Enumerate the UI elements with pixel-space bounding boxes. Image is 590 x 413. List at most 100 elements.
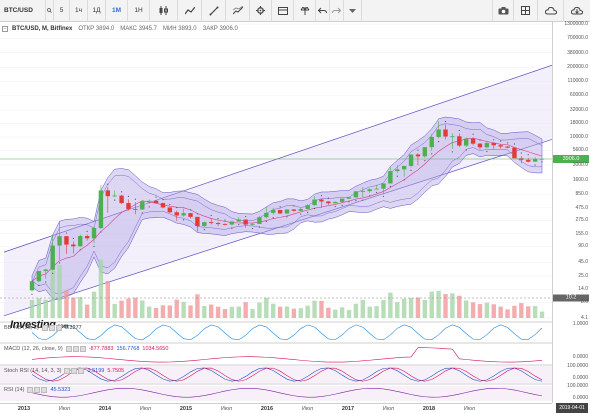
chart-area[interactable]: − BTC/USD, M, Bitfinex ОТКР 3894.0 МАКС … (0, 21, 590, 413)
candle-body (264, 212, 269, 218)
time-tick-label: 2016 (260, 406, 274, 412)
time-axis[interactable]: 2013 Июл 2014 Июл 2015 Июл 2016 Июл 2017 Июл 2018 И… (0, 403, 552, 413)
sar-dot (162, 199, 164, 201)
candle-body (291, 209, 297, 211)
cloud-save-icon[interactable] (538, 0, 564, 22)
volume-bar (353, 303, 359, 318)
candle-body (43, 269, 48, 272)
chart-type-icon[interactable] (150, 0, 178, 22)
layout-grid-icon[interactable] (514, 0, 538, 22)
collapse-legend-button[interactable]: − (2, 26, 8, 32)
sar-dot (313, 207, 316, 210)
time-tick-label: 2017 (341, 406, 355, 412)
compare-icon[interactable] (294, 0, 316, 22)
candle-body (140, 201, 145, 210)
volume-bar (57, 265, 62, 318)
candle-body (64, 236, 69, 245)
volume-bar (153, 307, 159, 318)
studies-icon[interactable] (226, 0, 250, 22)
price-tick-label: 1300000.0 (564, 21, 588, 27)
symbol-search-icon[interactable] (46, 0, 54, 22)
price-tick-label: 700000.0 (567, 35, 588, 42)
legend-pair: BTC/USD, M, Bitfinex (12, 26, 73, 32)
panel-buttons[interactable] (64, 368, 85, 374)
price-tick-label: 110000.0 (567, 78, 588, 85)
price-tick-label: 275.0 (575, 217, 588, 224)
macd-value-2: 156.7768 (116, 346, 140, 352)
volume-bar (277, 306, 283, 318)
sar-dot (120, 191, 123, 193)
candle-body (319, 199, 324, 202)
timeframe-button-1w[interactable]: 1Н (128, 0, 150, 22)
candle-body (98, 190, 104, 229)
candle-body (532, 159, 538, 162)
stoch-value-1: 3.5199 (87, 368, 105, 374)
sar-dot (417, 149, 419, 151)
layout-icon[interactable] (272, 0, 294, 22)
time-tick-label: 2018 (422, 406, 436, 412)
price-tick-label: 380000.0 (567, 49, 588, 56)
price-tick-label: 200000.0 (567, 64, 588, 71)
volume-bar (326, 307, 331, 318)
candle-body (470, 138, 476, 144)
candle-body (160, 203, 166, 208)
undo-icon[interactable] (316, 0, 330, 22)
volume-bar (422, 299, 428, 318)
cloud-load-icon[interactable] (564, 0, 590, 22)
candle-body (78, 236, 83, 247)
sar-dot (444, 120, 447, 123)
volume-bar (381, 300, 386, 318)
sar-dot (141, 212, 143, 214)
sar-dot (465, 149, 467, 151)
settings-icon[interactable] (250, 0, 272, 22)
sar-dot (31, 293, 33, 295)
chevron-down-icon[interactable] (344, 0, 362, 22)
candle-body (360, 191, 366, 192)
macd-panel-title[interactable]: MACD (12, 26, close, 9) -877.7883 156.77… (4, 346, 168, 352)
sar-dot (107, 183, 109, 185)
timeframe-button-1d[interactable]: 1Д (88, 0, 106, 22)
timeframe-button-1h[interactable]: 1ч (70, 0, 88, 22)
symbol-input[interactable]: BTC/USD (0, 0, 46, 22)
panel-buttons[interactable] (65, 346, 86, 352)
camera-icon[interactable] (492, 0, 514, 22)
volume-bar (505, 309, 510, 318)
sar-dot (369, 195, 371, 197)
volume-bar (105, 280, 111, 318)
candle-body (450, 136, 455, 138)
volume-bar (167, 305, 173, 318)
sar-dot (217, 218, 219, 220)
candle-body (422, 147, 428, 157)
candle-body (36, 271, 42, 282)
sar-dot (65, 232, 68, 234)
panel-buttons[interactable] (41, 325, 62, 331)
sar-dot (527, 154, 529, 156)
redo-icon[interactable] (330, 0, 344, 22)
price-axis[interactable]: 3906.0 10.2 1.0000 0.0000 100.0000 0.000… (552, 21, 590, 403)
panel-buttons[interactable] (27, 387, 48, 393)
volume-bar (64, 290, 69, 318)
time-tick-label: Июл (382, 406, 395, 412)
timeframe-label: 5 (59, 7, 64, 14)
rsi-panel-title[interactable]: RSI (14) 45.5323 (4, 387, 70, 393)
volume-bar (408, 297, 414, 318)
volume-bar (250, 308, 255, 318)
stoch-panel-title[interactable]: Stoch RSI (14, 14, 3, 3) 3.5199 5.7505 (4, 368, 124, 374)
sar-dot (258, 226, 261, 228)
candle-body (188, 213, 193, 217)
volume-bar (208, 304, 214, 318)
volume-bar (264, 297, 269, 318)
volume-bar (484, 302, 490, 318)
bb-axis-label: 1.0000 (572, 321, 588, 327)
candle-body (388, 171, 393, 184)
volume-bar (401, 298, 407, 318)
volume-bar (374, 306, 379, 318)
indicators-icon[interactable] (178, 0, 202, 22)
drawing-tools-icon[interactable] (202, 0, 226, 22)
timeframe-button-5[interactable]: 5 (54, 0, 70, 22)
stoch-name: Stoch RSI (14, 14, 3, 3) (4, 368, 62, 374)
timeframe-button-1m[interactable]: 1М (106, 0, 128, 22)
sar-dot (183, 219, 185, 221)
candle-body (326, 201, 331, 204)
bb-panel-title[interactable]: BB %B (20, 2) 0.3277 (4, 325, 82, 331)
